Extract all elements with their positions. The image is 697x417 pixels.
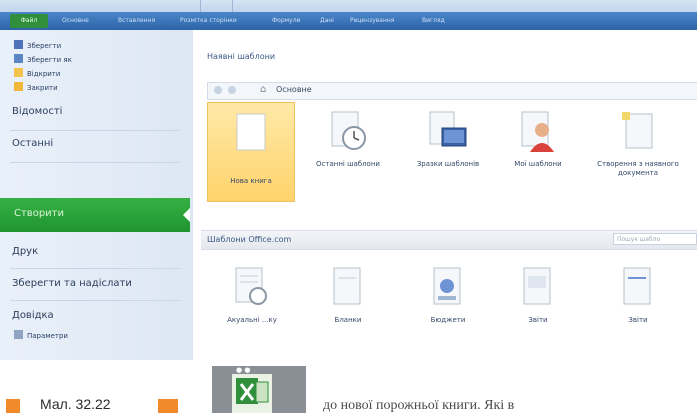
excel-x-icon <box>236 378 269 404</box>
caption-marker-right <box>158 399 178 413</box>
tab-formulas[interactable]: Формули <box>272 15 300 27</box>
new-workbook-icon <box>236 113 266 151</box>
home-icon[interactable]: ⌂ <box>260 84 266 95</box>
options-label: Параметри <box>27 332 68 340</box>
save-command[interactable]: Зберегти <box>14 40 61 52</box>
main-panel: Наявні шаблони ⌂ Основне Нова книга Оста… <box>193 30 697 360</box>
tile-label: Нова книга <box>230 177 272 185</box>
folder-close-icon <box>14 82 23 91</box>
excel-app-thumbnail: ● ● <box>212 366 306 413</box>
tile-new-from-existing[interactable]: Створення з наявного документа <box>593 110 683 178</box>
caption-marker-left <box>6 399 20 413</box>
available-templates-heading: Наявні шаблони <box>207 52 276 61</box>
divider <box>10 300 180 301</box>
save-icon <box>14 40 23 49</box>
tile-label: Звіти <box>528 316 548 324</box>
file-tab[interactable]: Файл <box>10 14 48 28</box>
office-tile-agenda[interactable]: Акуальні ...ку <box>207 266 297 325</box>
nav-help[interactable]: Довідка <box>12 310 54 321</box>
save-as-label: Зберегти як <box>27 56 72 64</box>
ribbon-tabs: Файл Основне Вставлення Розмітка сторінк… <box>0 12 697 30</box>
save-as-command[interactable]: Зберегти як <box>14 54 72 66</box>
reports-icon <box>523 267 551 305</box>
close-label: Закрити <box>27 84 58 92</box>
nav-save-send[interactable]: Зберегти та надіслати <box>12 278 132 289</box>
tile-label: Останні шаблони <box>316 160 380 168</box>
tile-label: Акуальні ...ку <box>227 316 277 324</box>
recent-templates-icon <box>331 111 366 150</box>
open-command[interactable]: Відкрити <box>14 68 60 80</box>
sample-templates-icon <box>429 111 467 147</box>
divider <box>10 130 180 131</box>
nav-info[interactable]: Відомості <box>12 106 62 117</box>
selection-arrow-icon <box>183 208 190 222</box>
tile-label: Звіти <box>628 316 648 324</box>
tab-review[interactable]: Рецензування <box>350 15 394 27</box>
figure-label: Мал. 32.22 <box>40 396 111 412</box>
excel-icon <box>232 374 272 413</box>
save-label: Зберегти <box>27 42 62 50</box>
tab-view[interactable]: Вигляд <box>422 15 445 27</box>
forward-icon[interactable] <box>228 86 236 94</box>
nav-recent[interactable]: Останні <box>12 138 53 149</box>
title-strip-pane <box>0 0 201 12</box>
tile-label: Мої шаблони <box>514 160 562 168</box>
tab-data[interactable]: Дані <box>320 15 334 27</box>
title-strip <box>0 0 697 12</box>
tile-sample-templates[interactable]: Зразки шаблонів <box>403 110 493 169</box>
tile-my-templates[interactable]: Мої шаблони <box>493 110 583 169</box>
folder-open-icon <box>14 68 23 77</box>
close-command[interactable]: Закрити <box>14 82 58 94</box>
tile-label: Бюджети <box>430 316 466 324</box>
back-icon[interactable] <box>214 86 222 94</box>
backstage-sidebar: Зберегти Зберегти як Відкрити Закрити Ві… <box>0 30 194 360</box>
options-command[interactable]: Параметри <box>14 330 68 342</box>
tab-insert[interactable]: Вставлення <box>118 15 155 27</box>
agenda-icon <box>235 267 267 305</box>
divider <box>10 162 180 163</box>
template-address-bar: ⌂ Основне <box>207 82 697 100</box>
tile-label: Створення з наявного документа <box>597 160 679 177</box>
template-search-input[interactable]: Пошук шабло <box>613 233 697 245</box>
tile-new-workbook[interactable]: Нова книга <box>207 102 295 202</box>
excel-backstage-window: Файл Основне Вставлення Розмітка сторінк… <box>0 0 697 360</box>
options-icon <box>14 330 23 339</box>
divider <box>10 268 180 269</box>
nav-new[interactable]: Створити <box>0 198 190 232</box>
address-path[interactable]: Основне <box>276 85 312 94</box>
office-templates-heading: Шаблони Office.com <box>207 235 292 244</box>
body-text: до нової порожньої книги. Які в <box>323 398 515 413</box>
reports2-icon <box>623 267 651 305</box>
tab-home[interactable]: Основне <box>62 15 89 27</box>
tab-page-layout[interactable]: Розмітка сторінки <box>180 15 237 27</box>
office-tile-blank-forms[interactable]: Бланки <box>303 266 393 325</box>
tile-label: Зразки шаблонів <box>416 160 480 168</box>
tile-recent-templates[interactable]: Останні шаблони <box>303 110 393 169</box>
save-as-icon <box>14 54 23 63</box>
budgets-icon <box>433 267 461 305</box>
blank-forms-icon <box>333 267 361 305</box>
dots-icon: ● ● <box>236 366 251 374</box>
new-from-existing-icon <box>622 112 653 149</box>
office-tile-reports[interactable]: Звіти <box>493 266 583 325</box>
nav-print[interactable]: Друк <box>12 246 38 257</box>
tile-label: Бланки <box>334 316 362 324</box>
office-tile-budgets[interactable]: Бюджети <box>403 266 493 325</box>
my-templates-icon <box>521 111 554 152</box>
title-strip-pane <box>200 0 233 12</box>
open-label: Відкрити <box>27 70 61 78</box>
nav-new-label: Створити <box>14 208 64 219</box>
office-tile-reports-2[interactable]: Звіти <box>593 266 683 325</box>
